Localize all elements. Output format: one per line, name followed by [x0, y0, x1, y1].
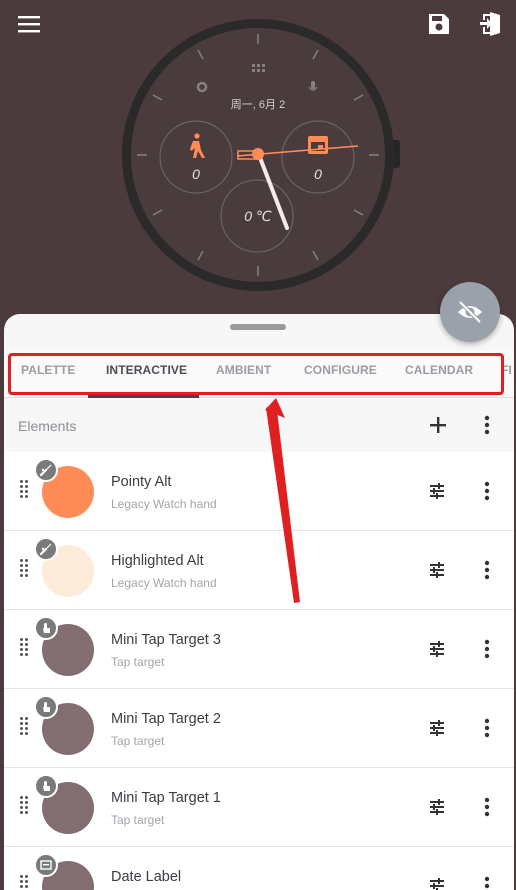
more-vert-icon[interactable] [474, 794, 500, 820]
more-vert-icon[interactable] [474, 715, 500, 741]
element-title: Highlighted Alt [111, 553, 204, 569]
list-item[interactable]: Mini Tap Target 1 Tap target [4, 768, 514, 847]
more-vert-icon[interactable] [474, 412, 500, 438]
tune-icon[interactable] [424, 636, 450, 662]
drag-handle-icon[interactable] [20, 717, 30, 739]
more-vert-icon[interactable] [474, 873, 500, 890]
drag-handle-icon[interactable] [20, 796, 30, 818]
label-icon [34, 853, 58, 877]
tab-overflow[interactable]: FI [501, 363, 512, 377]
list-item[interactable]: Date Label [4, 847, 514, 890]
element-title: Date Label [111, 869, 182, 885]
watch-preview: 周一, 6月 2 0 0 0 ℃ [0, 0, 516, 320]
elements-header: Elements [4, 398, 514, 454]
drag-handle-icon[interactable] [20, 559, 30, 581]
element-title: Mini Tap Target 2 [111, 711, 221, 727]
touch-icon [34, 695, 58, 719]
visibility-off-icon [458, 301, 482, 323]
visibility-off-button[interactable] [440, 282, 500, 342]
element-subtitle: Legacy Watch hand [111, 497, 217, 511]
drag-handle-icon[interactable] [20, 875, 30, 890]
list-item[interactable]: Highlighted Alt Legacy Watch hand [4, 531, 514, 610]
more-vert-icon[interactable] [474, 557, 500, 583]
tune-icon[interactable] [424, 715, 450, 741]
tune-icon[interactable] [424, 873, 450, 890]
element-subtitle: Tap target [111, 813, 165, 827]
element-subtitle: Tap target [111, 655, 165, 669]
tab-interactive[interactable]: INTERACTIVE [106, 363, 187, 377]
tune-icon[interactable] [424, 478, 450, 504]
hand-icon [34, 537, 58, 561]
calendar-value: 0 [314, 166, 322, 182]
tab-bar: PALETTE INTERACTIVE AMBIENT CONFIGURE CA… [4, 350, 514, 398]
tab-calendar[interactable]: CALENDAR [405, 363, 473, 377]
steps-value: 0 [192, 166, 200, 182]
drag-handle-icon[interactable] [20, 480, 30, 502]
tune-icon[interactable] [424, 557, 450, 583]
tab-ambient[interactable]: AMBIENT [216, 363, 271, 377]
touch-icon [34, 774, 58, 798]
element-subtitle: Legacy Watch hand [111, 576, 217, 590]
list-item[interactable]: Mini Tap Target 2 Tap target [4, 689, 514, 768]
tab-palette[interactable]: PALETTE [21, 363, 75, 377]
sheet-drag-handle[interactable] [230, 324, 286, 330]
watch-date-label: 周一, 6月 2 [230, 99, 286, 111]
more-vert-icon[interactable] [474, 636, 500, 662]
element-title: Mini Tap Target 3 [111, 632, 221, 648]
list-item[interactable]: Mini Tap Target 3 Tap target [4, 610, 514, 689]
add-icon[interactable] [425, 412, 451, 438]
tab-configure[interactable]: CONFIGURE [304, 363, 377, 377]
elements-list: Pointy Alt Legacy Watch hand Highlighted… [4, 452, 514, 890]
elements-title: Elements [18, 418, 77, 434]
element-title: Mini Tap Target 1 [111, 790, 221, 806]
more-vert-icon[interactable] [474, 478, 500, 504]
element-title: Pointy Alt [111, 474, 172, 490]
list-item[interactable]: Pointy Alt Legacy Watch hand [4, 452, 514, 531]
bottom-sheet: PALETTE INTERACTIVE AMBIENT CONFIGURE CA… [4, 314, 514, 890]
element-subtitle: Tap target [111, 734, 165, 748]
temperature-value: 0 ℃ [244, 208, 272, 224]
touch-icon [34, 616, 58, 640]
hand-icon [34, 458, 58, 482]
drag-handle-icon[interactable] [20, 638, 30, 660]
tune-icon[interactable] [424, 794, 450, 820]
